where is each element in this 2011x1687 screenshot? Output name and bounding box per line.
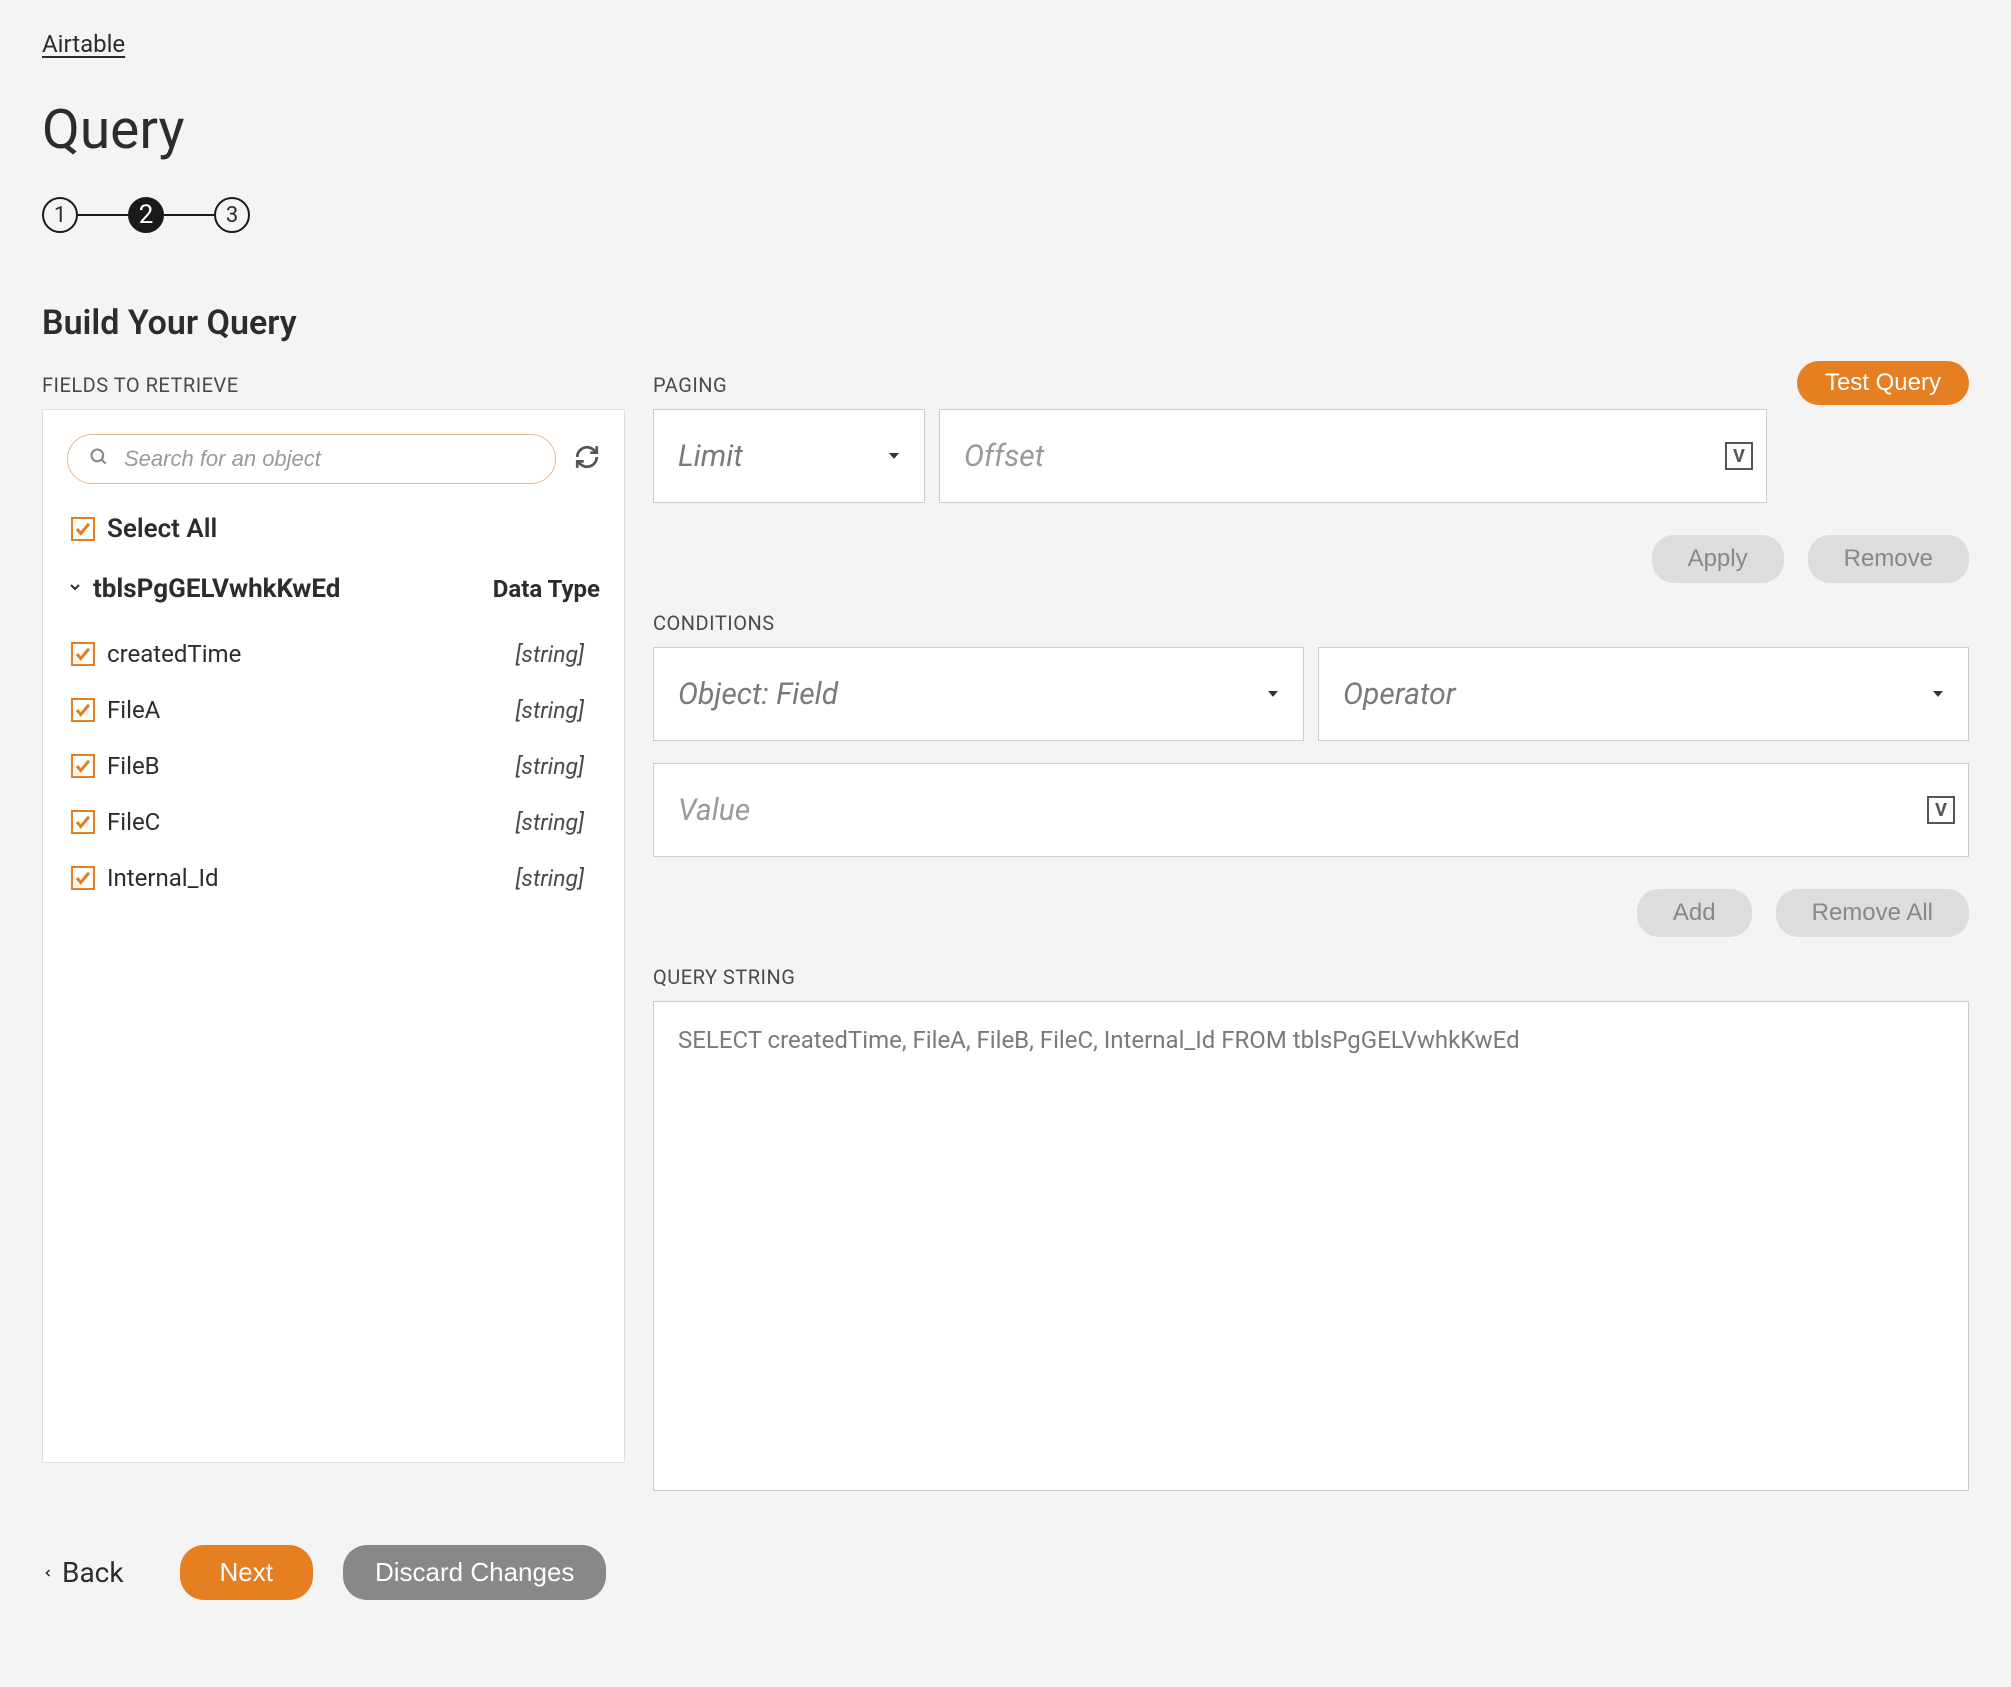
- conditions-label: CONDITIONS: [653, 611, 1969, 635]
- apply-button[interactable]: Apply: [1652, 535, 1784, 583]
- operator-select[interactable]: Operator: [1318, 647, 1969, 741]
- stepper: 1 2 3: [42, 197, 1969, 233]
- back-label: Back: [62, 1556, 124, 1589]
- field-checkbox[interactable]: [71, 810, 95, 834]
- fields-card: Select All tblsPgGELVwhkKwEd Data Type c…: [42, 409, 625, 1463]
- back-button[interactable]: Back: [42, 1556, 124, 1589]
- field-type: [string]: [516, 865, 600, 892]
- breadcrumb-airtable[interactable]: Airtable: [42, 30, 125, 58]
- section-build-query: Build Your Query: [42, 303, 1969, 343]
- chevron-down-icon: [884, 439, 904, 474]
- refresh-icon[interactable]: [574, 444, 600, 474]
- step-connector: [78, 214, 128, 217]
- field-name: FileA: [107, 696, 516, 724]
- limit-select[interactable]: Limit: [653, 409, 925, 503]
- variable-icon[interactable]: V: [1725, 442, 1753, 470]
- test-query-button[interactable]: Test Query: [1797, 361, 1969, 405]
- field-type: [string]: [516, 753, 600, 780]
- search-icon: [89, 447, 109, 471]
- add-button[interactable]: Add: [1637, 889, 1752, 937]
- chevron-left-icon: [42, 1564, 54, 1582]
- field-type: [string]: [516, 641, 600, 668]
- select-all-label: Select All: [107, 514, 217, 544]
- field-row: FileB [string]: [67, 738, 600, 794]
- value-input[interactable]: [653, 763, 1969, 857]
- field-name: createdTime: [107, 640, 516, 668]
- field-checkbox[interactable]: [71, 866, 95, 890]
- next-button[interactable]: Next: [180, 1545, 313, 1600]
- query-string-label: QUERY STRING: [653, 965, 1969, 989]
- chevron-down-icon[interactable]: [67, 579, 87, 599]
- field-row: FileA [string]: [67, 682, 600, 738]
- field-row: FileC [string]: [67, 794, 600, 850]
- step-2[interactable]: 2: [128, 197, 164, 233]
- offset-input[interactable]: [939, 409, 1767, 503]
- step-1[interactable]: 1: [42, 197, 78, 233]
- object-field-select[interactable]: Object: Field: [653, 647, 1304, 741]
- field-name: FileC: [107, 808, 516, 836]
- variable-icon[interactable]: V: [1927, 796, 1955, 824]
- select-all-checkbox[interactable]: [71, 517, 95, 541]
- datatype-header: Data Type: [493, 575, 600, 603]
- field-name: Internal_Id: [107, 864, 516, 892]
- remove-all-button[interactable]: Remove All: [1776, 889, 1969, 937]
- field-checkbox[interactable]: [71, 754, 95, 778]
- field-type: [string]: [516, 697, 600, 724]
- table-name: tblsPgGELVwhkKwEd: [93, 574, 493, 604]
- fields-label: FIELDS TO RETRIEVE: [42, 373, 625, 397]
- paging-label: PAGING: [653, 373, 1767, 397]
- operator-placeholder: Operator: [1343, 677, 1456, 712]
- search-input[interactable]: [67, 434, 556, 484]
- step-connector: [164, 214, 214, 217]
- page-title: Query: [42, 98, 1969, 162]
- field-checkbox[interactable]: [71, 698, 95, 722]
- discard-button[interactable]: Discard Changes: [343, 1545, 606, 1600]
- chevron-down-icon: [1263, 677, 1283, 712]
- chevron-down-icon: [1928, 677, 1948, 712]
- step-3[interactable]: 3: [214, 197, 250, 233]
- field-type: [string]: [516, 809, 600, 836]
- query-string-textarea[interactable]: [653, 1001, 1969, 1491]
- limit-placeholder: Limit: [678, 439, 743, 474]
- object-field-placeholder: Object: Field: [678, 677, 838, 712]
- field-row: createdTime [string]: [67, 626, 600, 682]
- field-name: FileB: [107, 752, 516, 780]
- field-row: Internal_Id [string]: [67, 850, 600, 906]
- remove-button[interactable]: Remove: [1808, 535, 1969, 583]
- field-checkbox[interactable]: [71, 642, 95, 666]
